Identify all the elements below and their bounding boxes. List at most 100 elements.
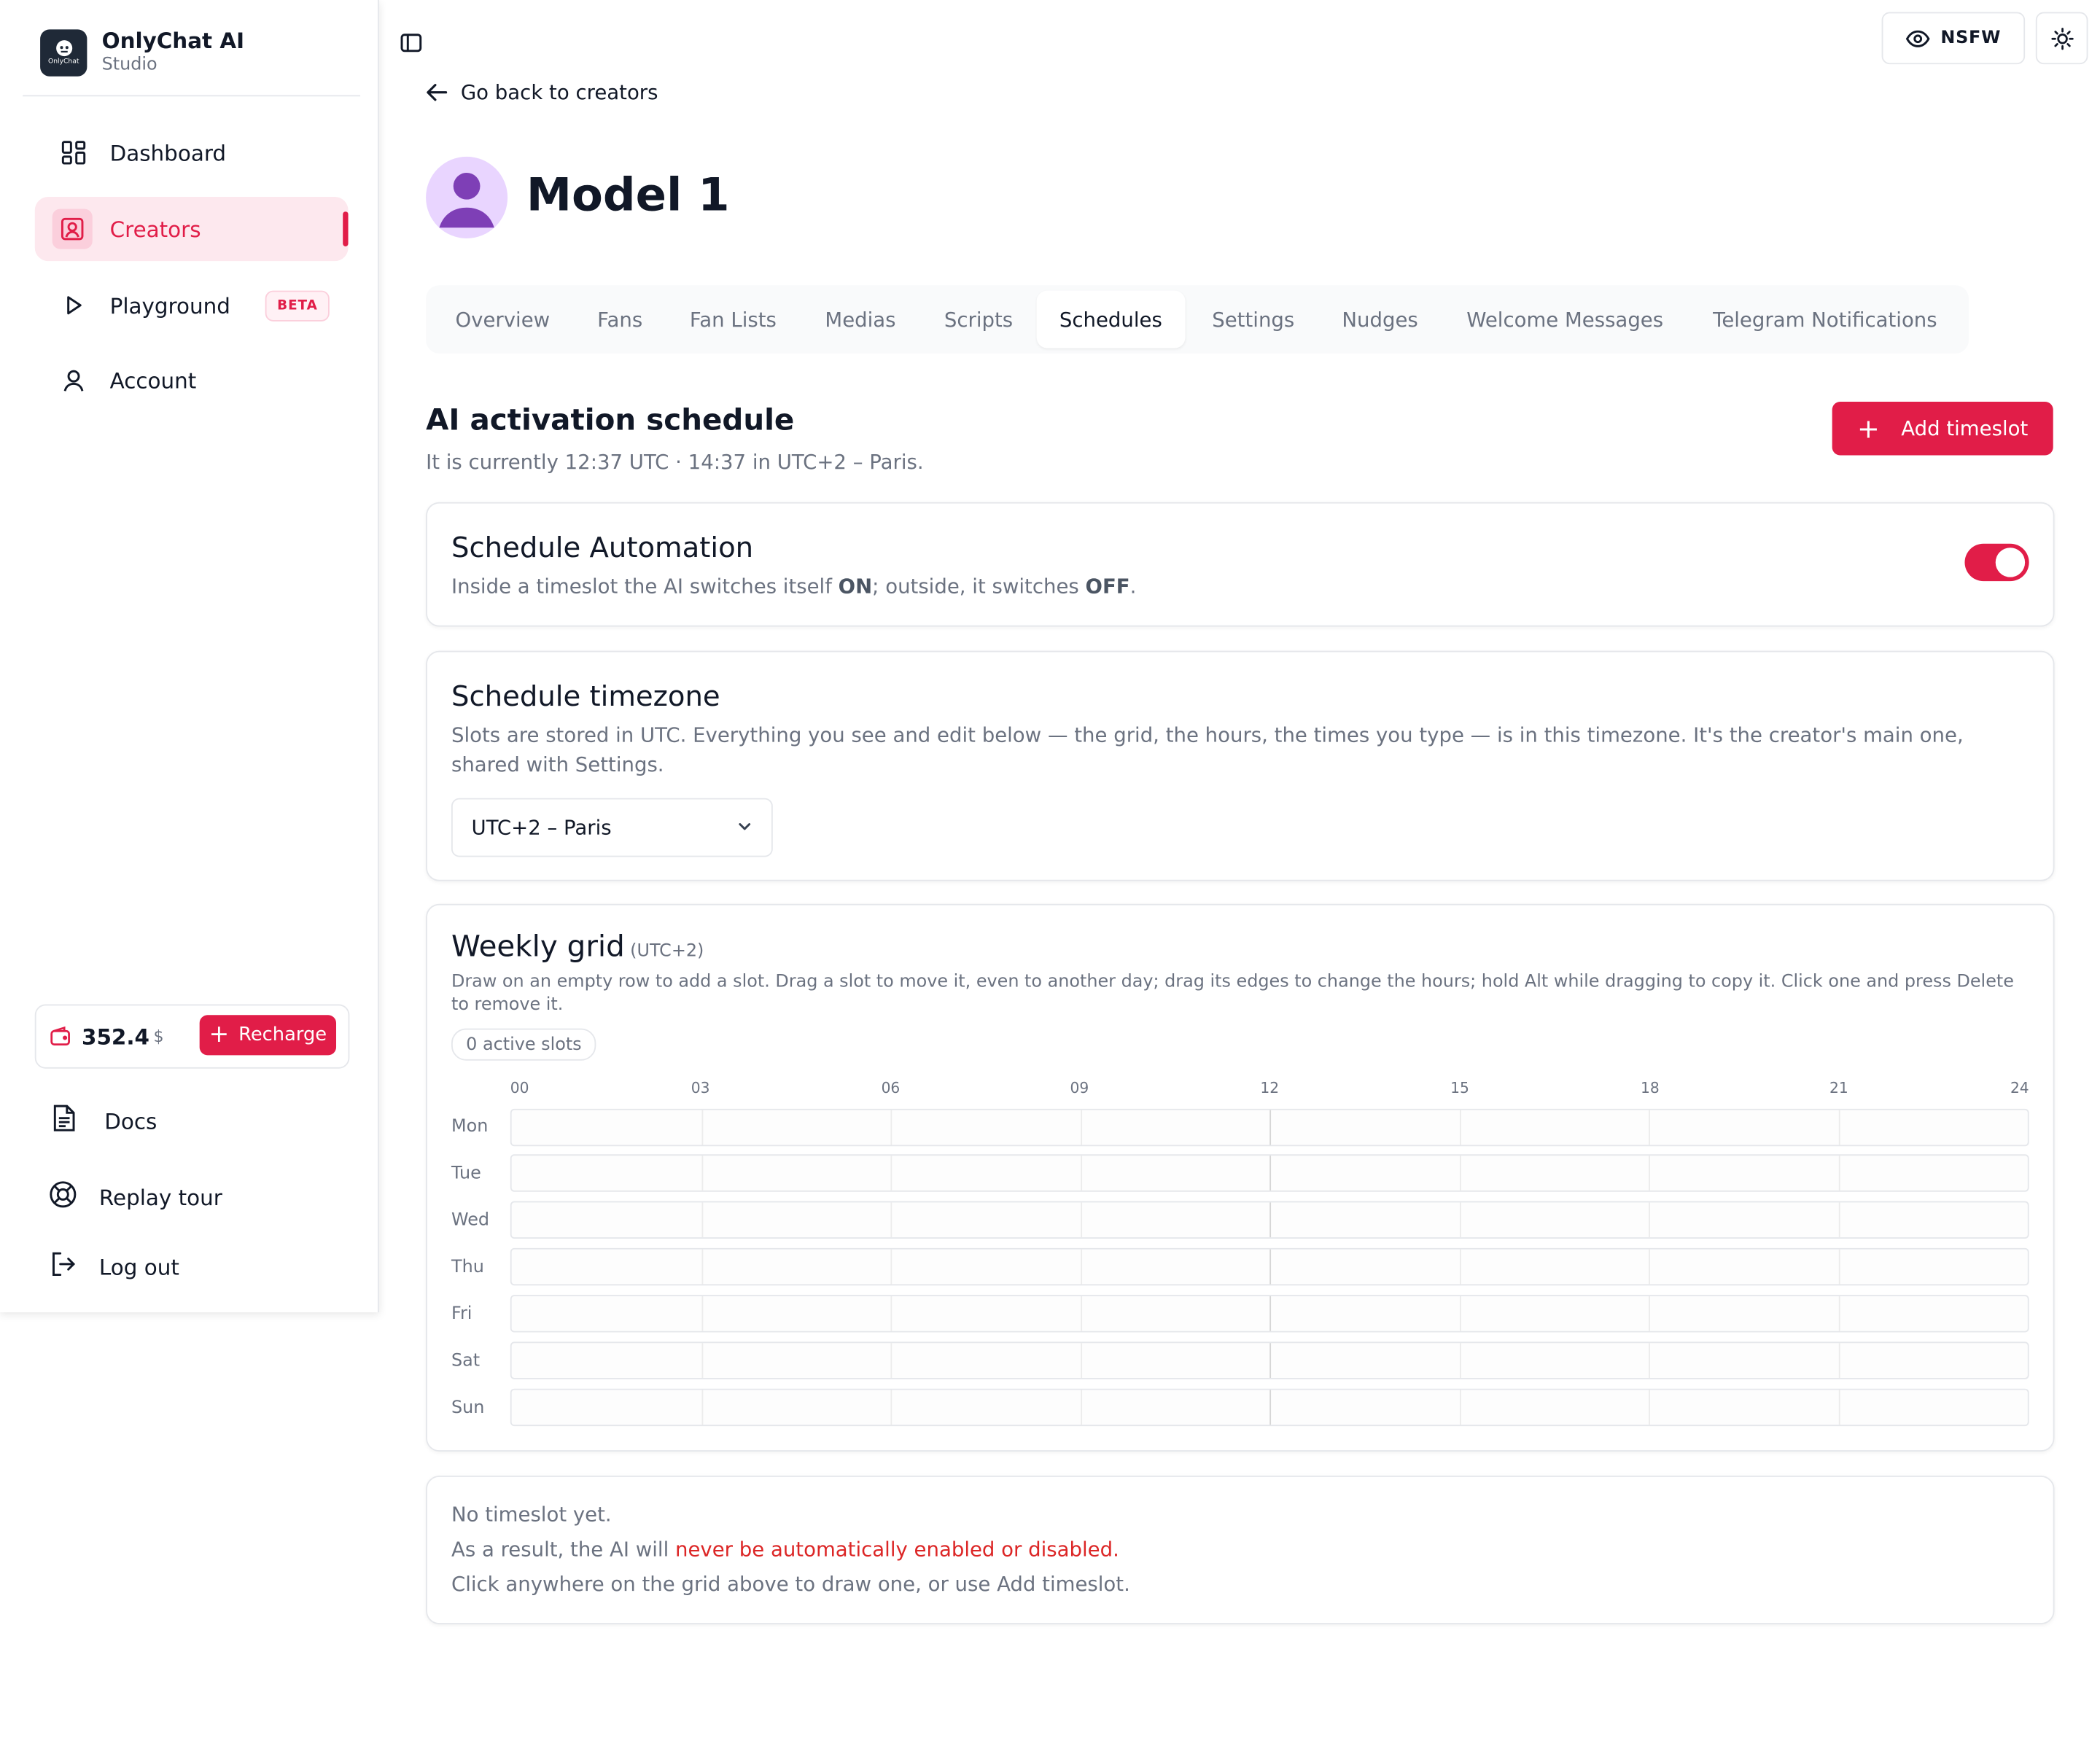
hour-divider — [1269, 1110, 1272, 1145]
hour-label: 03 — [691, 1079, 710, 1097]
tab-overview[interactable]: Overview — [455, 291, 550, 348]
grid-row-sun[interactable] — [510, 1388, 2029, 1427]
brand-subtitle: Studio — [101, 55, 158, 75]
weekly-grid-title: Weekly grid (UTC+2) — [451, 930, 704, 965]
hour-divider — [1080, 1110, 1082, 1145]
hour-divider — [1080, 1249, 1082, 1285]
brand-title: OnlyChat AI — [101, 28, 245, 54]
current-time-text: It is currently 12:37 UTC · 14:37 in UTC… — [426, 450, 924, 475]
grid-row-wed[interactable] — [510, 1201, 2029, 1239]
brand[interactable]: OnlyChat OnlyChat AI Studio — [40, 28, 245, 77]
hour-divider — [1649, 1249, 1650, 1285]
empty-line-1: No timeslot yet. — [451, 1502, 612, 1527]
active-slots-badge: 0 active slots — [451, 1028, 596, 1061]
hour-divider — [1080, 1156, 1082, 1191]
sidebar-item-account[interactable]: Account — [35, 348, 349, 413]
tab-nudges[interactable]: Nudges — [1342, 291, 1418, 348]
empty-line-3: Click anywhere on the grid above to draw… — [451, 1572, 1130, 1597]
hour-divider — [890, 1296, 892, 1331]
hour-divider — [1838, 1156, 1840, 1191]
play-icon — [56, 288, 91, 323]
back-to-creators-link[interactable]: Go back to creators — [426, 80, 658, 104]
plus-icon: + — [209, 1020, 230, 1049]
theme-toggle-button[interactable] — [2035, 12, 2088, 65]
hour-label: 09 — [1070, 1079, 1089, 1097]
person-placeholder-icon — [439, 172, 494, 228]
day-label-thu: Thu — [451, 1257, 484, 1278]
hour-divider — [1838, 1110, 1840, 1145]
automation-title: Schedule Automation — [451, 531, 754, 564]
eye-icon — [1905, 29, 1930, 47]
sidebar-toggle-button[interactable] — [397, 28, 426, 58]
add-timeslot-button[interactable]: + Add timeslot — [1832, 402, 2053, 456]
tab-schedules[interactable]: Schedules — [1036, 290, 1186, 348]
toggle-knob — [1995, 548, 2026, 577]
sidebar-item-playground[interactable]: Playground BETA — [35, 273, 349, 338]
tab-medias[interactable]: Medias — [825, 291, 895, 348]
brand-logo-text: OnlyChat — [47, 57, 79, 66]
document-icon — [51, 1103, 78, 1138]
hour-divider — [1269, 1249, 1272, 1285]
empty-line-2: As a result, the AI will never be automa… — [451, 1537, 1119, 1562]
hour-divider — [1459, 1249, 1461, 1285]
hour-divider — [1269, 1156, 1272, 1191]
hour-divider — [890, 1110, 892, 1145]
logout-label: Log out — [98, 1254, 179, 1279]
hour-label: 12 — [1260, 1079, 1280, 1097]
replay-tour-button[interactable]: Replay tour — [48, 1180, 222, 1215]
hour-label: 18 — [1640, 1079, 1660, 1097]
wallet-icon — [50, 1026, 71, 1047]
sun-icon — [2050, 27, 2073, 50]
grid-row-fri[interactable] — [510, 1295, 2029, 1333]
tab-fans[interactable]: Fans — [597, 291, 642, 348]
timezone-selected-value: UTC+2 – Paris — [471, 815, 612, 840]
hour-divider — [1649, 1110, 1650, 1145]
hour-divider — [1649, 1390, 1650, 1425]
tab-telegram-notifications[interactable]: Telegram Notifications — [1713, 291, 1937, 348]
hour-divider — [1459, 1110, 1461, 1145]
hour-label: 06 — [881, 1079, 901, 1097]
timezone-select[interactable]: UTC+2 – Paris — [451, 798, 773, 857]
hour-divider — [890, 1343, 892, 1378]
logout-button[interactable]: Log out — [48, 1250, 179, 1285]
grid-row-sat[interactable] — [510, 1341, 2029, 1379]
tab-welcome-messages[interactable]: Welcome Messages — [1466, 291, 1663, 348]
recharge-button[interactable]: + Recharge — [199, 1015, 337, 1056]
grid-row-mon[interactable] — [510, 1108, 2029, 1147]
grid-row-tue[interactable] — [510, 1154, 2029, 1192]
hour-divider — [1838, 1390, 1840, 1425]
hour-label: 24 — [2010, 1079, 2029, 1097]
hour-divider — [1080, 1390, 1082, 1425]
plus-icon: + — [1857, 412, 1880, 445]
page-title: Model 1 — [526, 168, 730, 222]
chevron-down-icon — [739, 823, 751, 830]
tab-scripts[interactable]: Scripts — [944, 291, 1013, 348]
hour-divider — [1838, 1202, 1840, 1238]
sidebar-item-label: Account — [109, 367, 197, 394]
automation-toggle[interactable] — [1964, 543, 2029, 582]
grid-row-thu[interactable] — [510, 1247, 2029, 1286]
sidebar-item-label: Creators — [109, 216, 201, 242]
sidebar-item-label: Dashboard — [109, 139, 227, 165]
sidebar-item-creators[interactable]: Creators — [34, 196, 349, 262]
grid-help-text: Draw on an empty row to add a slot. Drag… — [451, 972, 2014, 1016]
hour-divider — [1459, 1296, 1461, 1331]
day-label-sun: Sun — [451, 1398, 485, 1419]
sidebar-item-dashboard[interactable]: Dashboard — [35, 120, 349, 184]
timezone-description: Slots are stored in UTC. Everything you … — [451, 722, 1964, 777]
tab-fan-lists[interactable]: Fan Lists — [690, 291, 777, 348]
docs-link[interactable]: Docs — [51, 1103, 158, 1138]
hour-divider — [1269, 1202, 1272, 1238]
hour-divider — [701, 1390, 703, 1425]
tab-settings[interactable]: Settings — [1212, 291, 1294, 348]
hour-divider — [890, 1249, 892, 1285]
hour-divider — [701, 1296, 703, 1331]
logout-icon — [48, 1250, 77, 1285]
timezone-card: Schedule timezone Slots are stored in UT… — [426, 650, 2055, 881]
hour-divider — [890, 1202, 892, 1238]
docs-label: Docs — [104, 1107, 158, 1134]
off-label: OFF — [1085, 574, 1130, 599]
active-indicator — [343, 211, 349, 246]
nsfw-toggle-button[interactable]: NSFW — [1881, 12, 2026, 65]
hour-divider — [701, 1249, 703, 1285]
